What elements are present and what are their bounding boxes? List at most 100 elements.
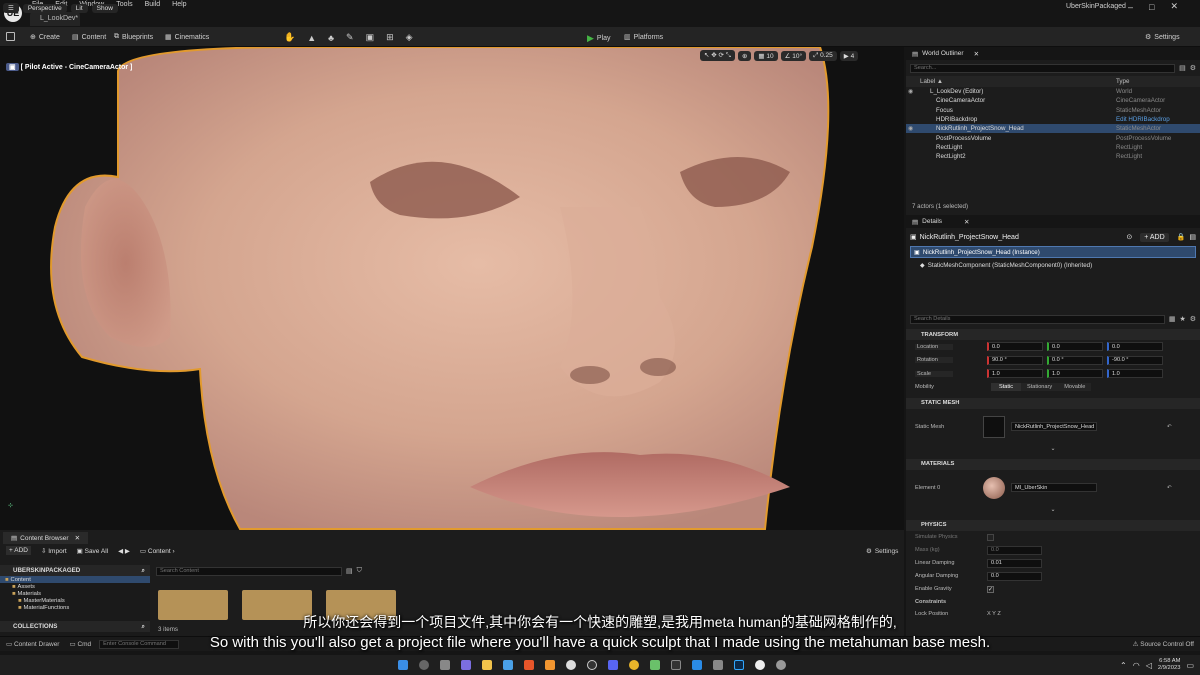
visibility-eye-icon[interactable]: ◉ — [906, 125, 920, 132]
file-explorer-icon[interactable] — [482, 660, 492, 670]
cb-settings-button[interactable]: ⚙ Settings — [866, 547, 898, 556]
cb-tree-item[interactable]: ■ MasterMaterials — [0, 597, 150, 604]
visibility-eye-icon[interactable]: ◉ — [906, 88, 920, 95]
discord-icon[interactable] — [608, 660, 618, 670]
tray-chevron-icon[interactable]: ⌃ — [1120, 661, 1127, 670]
close-icon[interactable]: ✕ — [1170, 1, 1178, 12]
details-search-input[interactable]: Search Details — [910, 314, 1165, 324]
instance-row[interactable]: ▣ NickRutlinh_ProjectSnow_Head (Instance… — [910, 246, 1196, 258]
rotation-z-field[interactable]: -90.0 ° — [1107, 355, 1163, 365]
cb-add-button[interactable]: + ADD — [6, 546, 31, 555]
filter-icon[interactable]: ▤ — [1179, 64, 1186, 72]
brave-browser-icon[interactable] — [524, 660, 534, 670]
details-tab[interactable]: ▤ Details ✕ — [906, 215, 1200, 228]
settings-button[interactable]: ⚙ Settings — [1145, 33, 1180, 42]
save-icon[interactable] — [6, 32, 15, 41]
mobility-stationary[interactable]: Stationary — [1021, 383, 1059, 391]
cb-root[interactable]: UBERSKINPACKAGED ⌕ — [0, 565, 150, 576]
mesh-paint-icon[interactable]: ▣ — [366, 32, 375, 43]
static-mesh-thumbnail[interactable] — [983, 415, 1005, 438]
viewport-menu-button[interactable]: ☰ — [3, 3, 19, 13]
favorite-icon[interactable]: ★ — [1179, 315, 1185, 323]
angular-damping-field[interactable]: 0.0 — [987, 571, 1042, 581]
scale-x-field[interactable]: 1.0 — [987, 369, 1043, 379]
cb-tree-item[interactable]: ■ Assets — [0, 583, 150, 590]
constraints-row[interactable]: Constraints — [906, 596, 1200, 608]
content-browser-close-icon[interactable]: ✕ — [75, 534, 80, 542]
notepad-icon[interactable] — [650, 660, 660, 670]
cb-search-icon[interactable]: ⌕ — [142, 567, 145, 575]
level-viewport[interactable] — [0, 47, 904, 530]
scale-snap[interactable]: ⤢ 0.25 — [809, 50, 837, 61]
clock[interactable]: 6:58 AM 2/9/2023 — [1158, 658, 1181, 672]
reset-icon[interactable]: ↶ — [1167, 424, 1172, 430]
materials-section[interactable]: MATERIALS — [906, 458, 1200, 470]
physics-section[interactable]: PHYSICS — [906, 519, 1200, 531]
lit-button[interactable]: Lit — [70, 3, 88, 13]
location-dropdown[interactable]: Location — [915, 343, 953, 350]
material-thumbnail[interactable] — [983, 476, 1005, 499]
camera-icon[interactable]: ▣ — [6, 63, 19, 71]
wifi-icon[interactable]: ◠ — [1133, 661, 1140, 670]
cb-path[interactable]: ▭ Content › — [140, 547, 175, 555]
static-mesh-dropdown[interactable]: NickRutlinh_ProjectSnow_Head — [1011, 422, 1097, 431]
notification-icon[interactable]: ▭ — [1186, 661, 1194, 670]
cb-tree-item[interactable]: ■ Content — [0, 576, 150, 583]
content-browser-tab[interactable]: ▤ Content Browser ✕ — [3, 532, 89, 544]
blueprints-button[interactable]: ⧉ Blueprints — [114, 33, 153, 41]
menu-tools[interactable]: Tools — [116, 1, 132, 8]
chat-icon[interactable] — [461, 660, 471, 670]
location-x-field[interactable]: 0.0 — [987, 342, 1043, 352]
minimize-icon[interactable]: – — [1128, 2, 1133, 12]
maximize-icon[interactable]: □ — [1149, 2, 1154, 12]
mobility-movable[interactable]: Movable — [1058, 383, 1092, 391]
mass-field[interactable]: 0.0 — [987, 545, 1042, 555]
col-type[interactable]: Type — [1116, 78, 1129, 85]
world-local-icon[interactable]: ⊕ — [737, 50, 752, 61]
perspective-button[interactable]: Perspective — [22, 3, 67, 13]
cb-tree-item[interactable]: ■ MaterialFunctions — [0, 604, 150, 611]
outliner-row[interactable]: Focus StaticMeshActor — [906, 106, 1200, 115]
rotation-dropdown[interactable]: Rotation — [915, 357, 953, 364]
outliner-row[interactable]: RectLight2 RectLight — [906, 152, 1200, 161]
files-icon[interactable] — [713, 660, 723, 670]
transform-tools[interactable]: ↖ ✥ ⟳ ⤡ — [700, 50, 735, 61]
scale-dropdown[interactable]: Scale — [915, 370, 953, 377]
landscape-mode-icon[interactable]: ▲ — [307, 33, 316, 43]
gravity-checkbox[interactable]: ✓ — [987, 585, 994, 593]
content-button[interactable]: ▤ Content — [72, 33, 106, 42]
task-view-icon[interactable] — [440, 660, 450, 670]
angle-snap[interactable]: ∠ 10° — [780, 50, 807, 61]
simulate-checkbox[interactable] — [987, 533, 994, 541]
cinematics-button[interactable]: ▦ Cinematics — [165, 33, 209, 42]
location-z-field[interactable]: 0.0 — [1107, 342, 1163, 352]
create-button[interactable]: ⊕ Create — [30, 33, 60, 42]
menu-help[interactable]: Help — [172, 1, 186, 8]
outliner-row[interactable]: ◉ NickRutlinh_ProjectSnow_Head StaticMeshA… — [906, 124, 1200, 134]
obs-icon[interactable] — [587, 660, 597, 670]
platforms-button[interactable]: ▥ Platforms — [624, 33, 663, 42]
expand-icon[interactable]: ⌄ — [906, 445, 1200, 459]
settings-app-icon[interactable] — [776, 660, 786, 670]
lock-icon[interactable]: 🔒 — [1177, 233, 1186, 241]
scale-z-field[interactable]: 1.0 — [1107, 369, 1163, 379]
material-dropdown[interactable]: MI_UberSkin — [1011, 483, 1097, 492]
settings-icon[interactable]: ⚙ — [1190, 315, 1196, 323]
outliner-row[interactable]: HDRIBackdrop Edit HDRIBackdrop — [906, 115, 1200, 124]
add-component-button[interactable]: + ADD — [1140, 232, 1169, 242]
details-close-icon[interactable]: ✕ — [964, 218, 969, 226]
linear-damping-field[interactable]: 0.01 — [987, 558, 1042, 568]
show-button[interactable]: Show — [91, 3, 118, 13]
outliner-row[interactable]: CineCameraActor CineCameraActor — [906, 96, 1200, 105]
brush-mode-icon[interactable]: ✎ — [346, 32, 354, 43]
cb-filter-icon[interactable]: ⛉ — [357, 567, 362, 575]
static-mesh-section[interactable]: STATIC MESH — [906, 397, 1200, 409]
details-settings-icon[interactable]: ▤ — [1189, 233, 1196, 241]
outliner-close-icon[interactable]: ✕ — [974, 50, 979, 58]
store-icon[interactable] — [503, 660, 513, 670]
grid-view-icon[interactable]: ▦ — [1169, 315, 1176, 323]
chrome-icon[interactable] — [629, 660, 639, 670]
col-label[interactable]: Label ▲ — [906, 78, 1116, 85]
scale-y-field[interactable]: 1.0 — [1047, 369, 1103, 379]
rotation-y-field[interactable]: 0.0 ° — [1047, 355, 1103, 365]
